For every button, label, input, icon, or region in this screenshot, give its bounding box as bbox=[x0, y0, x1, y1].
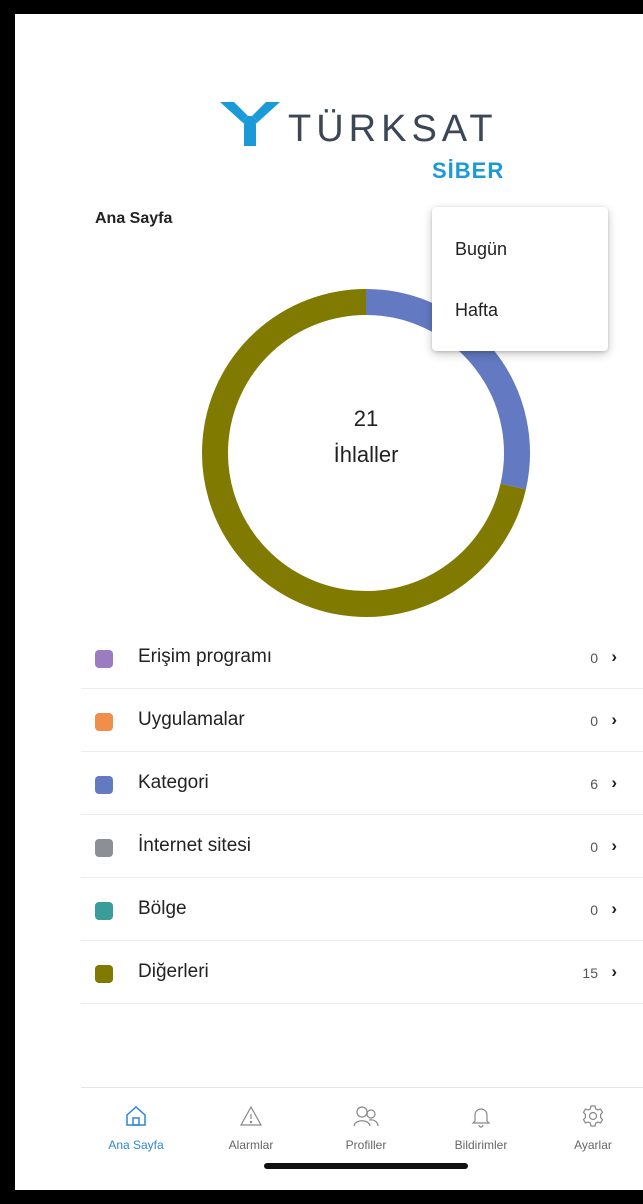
category-color-swatch bbox=[95, 965, 113, 983]
tab-alarms[interactable]: Alarmlar bbox=[201, 1104, 301, 1152]
users-icon bbox=[353, 1106, 379, 1127]
category-color-swatch bbox=[95, 650, 113, 668]
brand-logo: TÜRKSAT SİBER bbox=[220, 100, 520, 190]
home-indicator bbox=[264, 1163, 468, 1169]
category-row[interactable]: İnternet sitesi 0 › bbox=[81, 815, 643, 878]
category-row[interactable]: Erişim programı 0 › bbox=[81, 626, 643, 689]
tab-settings[interactable]: Ayarlar bbox=[543, 1104, 643, 1152]
chevron-right-icon: › bbox=[611, 836, 617, 855]
donut-center: 21 İhlaller bbox=[201, 406, 531, 468]
category-count: 0 bbox=[590, 650, 598, 666]
bell-icon bbox=[471, 1108, 491, 1128]
gear-icon bbox=[582, 1105, 604, 1127]
category-list: Erişim programı 0 › Uygulamalar 0 › Kategori 6 ›… bbox=[81, 626, 643, 1004]
category-label: İnternet sitesi bbox=[138, 835, 251, 856]
category-label: Uygulamalar bbox=[138, 709, 245, 730]
tab-label: Alarmlar bbox=[228, 1138, 274, 1152]
category-row[interactable]: Uygulamalar 0 › bbox=[81, 689, 643, 752]
app-screen: TÜRKSAT SİBER Ana Sayfa 21 İhlaller Eriş… bbox=[15, 14, 643, 1190]
category-color-swatch bbox=[95, 839, 113, 857]
chevron-right-icon: › bbox=[611, 899, 617, 918]
chevron-right-icon: › bbox=[611, 647, 617, 666]
category-row[interactable]: Diğerleri 15 › bbox=[81, 941, 643, 1004]
category-label: Bölge bbox=[138, 898, 187, 919]
page-title: Ana Sayfa bbox=[95, 210, 173, 227]
brand-subtitle: SİBER bbox=[432, 158, 505, 183]
category-label: Diğerleri bbox=[138, 961, 209, 982]
period-dropdown-menu: Bugün Hafta bbox=[432, 207, 608, 351]
brand-name: TÜRKSAT bbox=[288, 108, 498, 150]
category-count: 0 bbox=[590, 839, 598, 855]
violations-count: 21 bbox=[353, 406, 379, 431]
category-count: 6 bbox=[590, 776, 598, 792]
chevron-right-icon: › bbox=[611, 962, 617, 981]
tab-label: Ana Sayfa bbox=[108, 1138, 164, 1152]
home-icon bbox=[126, 1105, 146, 1126]
chevron-right-icon: › bbox=[611, 710, 617, 729]
category-count: 0 bbox=[590, 902, 598, 918]
tab-profiles[interactable]: Profiller bbox=[316, 1104, 416, 1152]
category-count: 0 bbox=[590, 713, 598, 729]
period-option-today[interactable]: Bugün bbox=[455, 239, 507, 260]
category-color-swatch bbox=[95, 713, 113, 731]
category-count: 15 bbox=[582, 965, 598, 981]
warning-icon bbox=[239, 1105, 263, 1126]
category-color-swatch bbox=[95, 902, 113, 920]
violations-label: İhlaller bbox=[333, 442, 399, 467]
tab-home[interactable]: Ana Sayfa bbox=[86, 1104, 186, 1152]
category-label: Kategori bbox=[138, 772, 209, 793]
tab-label: Ayarlar bbox=[574, 1138, 612, 1152]
category-row[interactable]: Kategori 6 › bbox=[81, 752, 643, 815]
tab-label: Profiller bbox=[345, 1138, 387, 1152]
category-color-swatch bbox=[95, 776, 113, 794]
tab-notifications[interactable]: Bildirimler bbox=[431, 1104, 531, 1152]
category-row[interactable]: Bölge 0 › bbox=[81, 878, 643, 941]
category-label: Erişim programı bbox=[138, 646, 273, 667]
tab-label: Bildirimler bbox=[454, 1138, 508, 1152]
period-option-week[interactable]: Hafta bbox=[455, 300, 498, 321]
chevron-right-icon: › bbox=[611, 773, 617, 792]
bottom-tab-bar: Ana Sayfa Alarmlar Profiller Bildirimler bbox=[81, 1087, 643, 1190]
turksat-logo-icon bbox=[220, 102, 280, 146]
